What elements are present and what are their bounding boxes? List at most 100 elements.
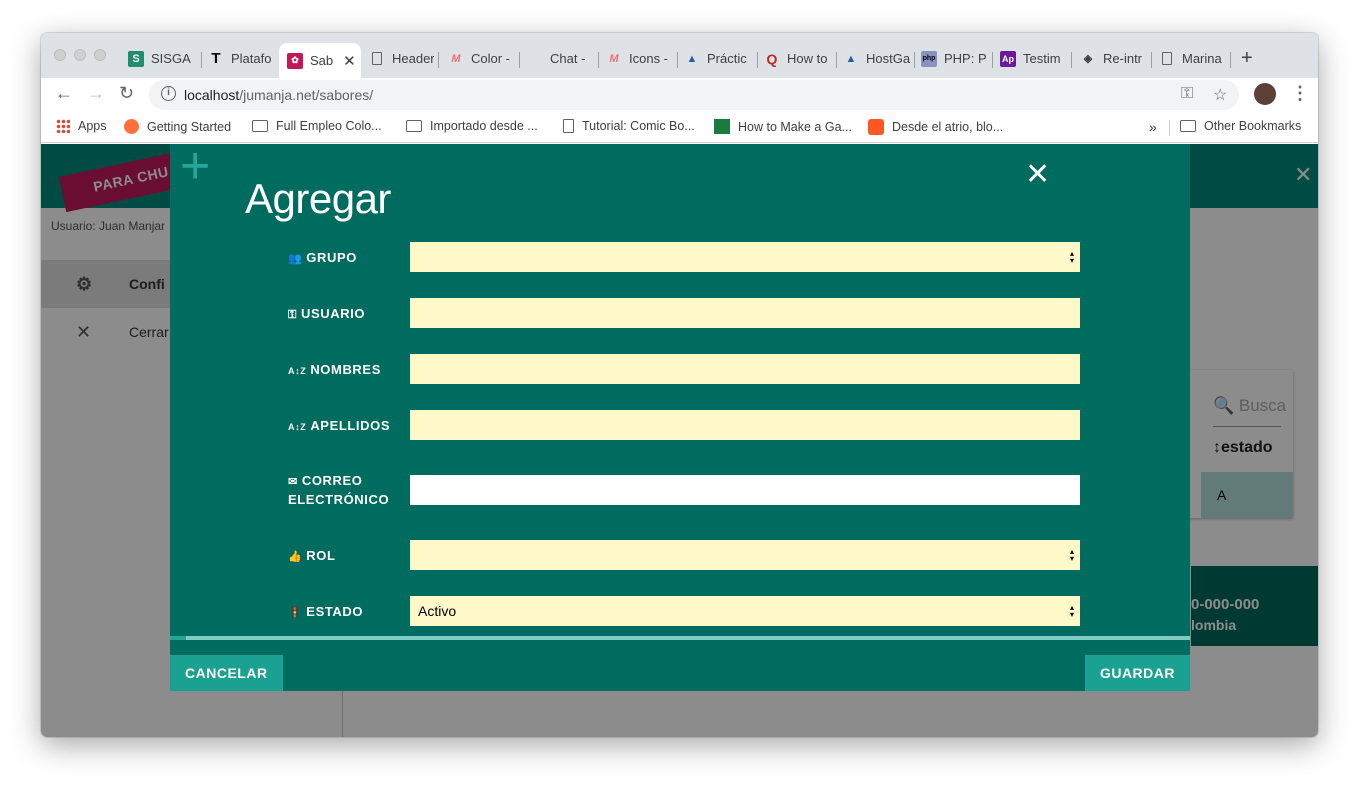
- field-label-correo: ✉ CORREO ELECTRÓNICO: [288, 473, 390, 507]
- key-icon[interactable]: ⚿: [1181, 85, 1193, 103]
- bookmark-full-empleo[interactable]: Full Empleo Colo...: [252, 119, 382, 133]
- bookmarks-bar: Apps Getting Started Full Empleo Colo...…: [41, 112, 1318, 143]
- tab-label: Sab: [310, 53, 334, 68]
- sort-az-icon: A↕Z: [288, 422, 307, 432]
- bookmark-tutorial[interactable]: Tutorial: Comic Bo...: [563, 119, 695, 133]
- field-label-apellidos: A↕Z APELLIDOS: [288, 418, 391, 433]
- window-close-button[interactable]: [54, 49, 66, 61]
- apps-grid-icon: [56, 119, 70, 133]
- window-minimize-button[interactable]: [74, 49, 86, 61]
- folder-icon: [252, 120, 268, 132]
- tab-how-to[interactable]: Q How to: [764, 45, 832, 72]
- group-icon: 👥: [288, 253, 303, 265]
- tab-label: How to: [787, 51, 828, 66]
- bookmark-desde-el-atrio[interactable]: Desde el atrio, blo...: [868, 119, 1003, 135]
- progress-fill: [170, 636, 187, 640]
- avatar[interactable]: [1254, 83, 1276, 105]
- t-favicon: T: [211, 50, 221, 67]
- forward-arrow-icon[interactable]: →: [87, 83, 105, 104]
- tab-marina[interactable]: Marina: [1159, 45, 1227, 72]
- sort-az-icon: A↕Z: [288, 366, 307, 376]
- tab-testimonios[interactable]: Ap Testim: [1000, 45, 1068, 72]
- modal-close-icon[interactable]: ✕: [1025, 160, 1050, 190]
- usuario-input[interactable]: [410, 298, 1080, 328]
- tab-strip: S SISGA T Platafo ✿ Sab ✕ Header M Color…: [41, 33, 1318, 78]
- estado-select[interactable]: Activo: [410, 596, 1080, 626]
- tab-separator: [836, 52, 837, 68]
- tab-practica[interactable]: ▲ Práctic: [684, 45, 754, 72]
- m-favicon: [714, 119, 730, 134]
- new-tab-button[interactable]: +: [1241, 47, 1253, 70]
- tab-separator: [1151, 52, 1152, 68]
- hostgator-favicon: ▲: [686, 52, 698, 65]
- close-tab-icon[interactable]: ✕: [343, 52, 356, 70]
- tab-separator: [1071, 52, 1072, 68]
- tab-sisga[interactable]: S SISGA: [128, 45, 198, 72]
- folder-icon: [1180, 120, 1196, 132]
- tab-icons[interactable]: M Icons -: [606, 45, 674, 72]
- tab-label: Testim: [1023, 51, 1061, 66]
- mail-icon: ✉: [288, 476, 298, 488]
- field-label-nombres: A↕Z NOMBRES: [288, 362, 381, 377]
- tab-separator: [1230, 52, 1231, 68]
- menu-kebab-icon[interactable]: ⋮: [1291, 83, 1309, 104]
- url-text[interactable]: localhost/jumanja.net/sabores/: [184, 87, 373, 103]
- correo-input[interactable]: [410, 475, 1080, 505]
- firefox-icon: [124, 119, 139, 134]
- nombres-input[interactable]: [410, 354, 1080, 384]
- tab-header[interactable]: Header: [369, 45, 434, 72]
- tab-plataforma[interactable]: T Platafo: [208, 45, 278, 72]
- info-icon[interactable]: i: [161, 86, 176, 101]
- tab-separator: [201, 52, 202, 68]
- field-label-grupo: 👥 GRUPO: [288, 250, 357, 265]
- bookmark-importado[interactable]: Importado desde ...: [406, 119, 538, 133]
- browser-window: S SISGA T Platafo ✿ Sab ✕ Header M Color…: [41, 33, 1318, 737]
- tab-re-intro[interactable]: ◈ Re-intr: [1080, 45, 1148, 72]
- tab-separator: [992, 52, 993, 68]
- window-zoom-button[interactable]: [94, 49, 106, 61]
- cancel-button[interactable]: CANCELAR: [170, 655, 283, 691]
- bookmark-label: Importado desde ...: [430, 119, 538, 133]
- reload-icon[interactable]: ↻: [119, 83, 134, 104]
- grupo-select[interactable]: [410, 242, 1080, 272]
- bookmarks-overflow-button[interactable]: »: [1149, 119, 1157, 135]
- document-icon: [369, 51, 385, 67]
- tab-color[interactable]: M Color -: [448, 45, 516, 72]
- field-label-rol: 👍 ROL: [288, 548, 336, 563]
- tab-separator: [438, 52, 439, 68]
- bookmark-apps[interactable]: Apps: [56, 119, 107, 133]
- bookmark-how-to-make[interactable]: How to Make a Ga...: [714, 119, 852, 134]
- tab-label: Marina: [1182, 51, 1222, 66]
- tab-php[interactable]: php PHP: P: [921, 45, 989, 72]
- materialize-favicon: M: [609, 52, 619, 65]
- tab-label: Icons -: [629, 51, 669, 66]
- bookmark-other-bookmarks[interactable]: Other Bookmarks: [1180, 119, 1301, 133]
- tab-label: SISGA: [151, 51, 191, 66]
- sabores-favicon: ✿: [287, 52, 303, 69]
- bookmark-label: Desde el atrio, blo...: [892, 120, 1004, 134]
- plus-icon: +: [180, 144, 211, 195]
- php-favicon: php: [921, 50, 937, 67]
- sisga-favicon: S: [128, 50, 144, 67]
- rol-select[interactable]: [410, 540, 1080, 570]
- modal-title: Agregar: [245, 175, 391, 222]
- quora-favicon: Q: [766, 50, 778, 67]
- address-bar[interactable]: i localhost/jumanja.net/sabores/ ⚿ ☆: [149, 80, 1239, 110]
- tab-chat[interactable]: Chat -: [550, 45, 600, 72]
- tab-label: Re-intr: [1103, 51, 1143, 66]
- star-icon[interactable]: ☆: [1213, 85, 1227, 105]
- add-modal: + Agregar ✕ 👥GRUPO ⚿USUARIO A↕ZNOMBRES A…: [170, 144, 1190, 691]
- save-button[interactable]: GUARDAR: [1084, 655, 1190, 691]
- back-arrow-icon[interactable]: ←: [55, 83, 73, 104]
- hostgator-favicon: ▲: [845, 52, 857, 65]
- bookmark-label: Apps: [78, 119, 107, 133]
- key-icon: ⚿: [288, 309, 297, 321]
- tab-label: Práctic: [707, 51, 747, 66]
- bookmark-getting-started[interactable]: Getting Started: [124, 119, 231, 134]
- tab-separator: [757, 52, 758, 68]
- tab-hostgator[interactable]: ▲ HostGa: [843, 45, 911, 72]
- document-icon: [563, 119, 574, 133]
- tab-label: PHP: P: [944, 51, 987, 66]
- apellidos-input[interactable]: [410, 410, 1080, 440]
- tab-sabores[interactable]: ✿ Sab ✕: [279, 43, 361, 78]
